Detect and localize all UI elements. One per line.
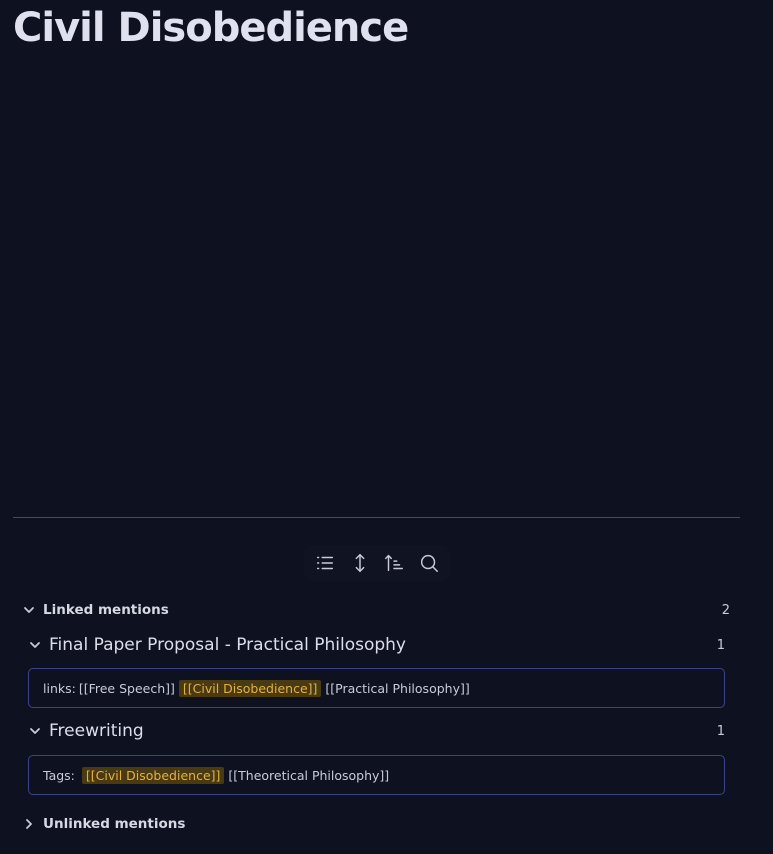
sort-icon bbox=[385, 554, 404, 572]
snippet-link: [[Theoretical Philosophy]] bbox=[228, 767, 390, 783]
mention-snippet[interactable]: links: [[Free Speech]] [[Civil Disobedie… bbox=[28, 668, 725, 708]
chevron-down-icon bbox=[22, 603, 36, 617]
change-sort-order-button[interactable] bbox=[380, 549, 408, 577]
chevron-down-icon bbox=[28, 724, 42, 738]
mention-file-header[interactable]: Final Paper Proposal - Practical Philoso… bbox=[28, 633, 725, 657]
list-icon bbox=[317, 556, 334, 570]
linked-mentions-count: 2 bbox=[721, 602, 730, 618]
mention-file-header[interactable]: Freewriting 1 bbox=[28, 719, 725, 743]
expand-vertical-icon bbox=[355, 554, 365, 572]
chevron-down-icon bbox=[28, 638, 42, 652]
backlinks-toolbar bbox=[304, 545, 450, 581]
collapse-results-button[interactable] bbox=[311, 549, 339, 577]
show-more-context-button[interactable] bbox=[346, 549, 374, 577]
unlinked-mentions-header[interactable]: Unlinked mentions bbox=[22, 813, 730, 835]
mention-file-count: 1 bbox=[716, 723, 725, 739]
chevron-right-icon bbox=[22, 817, 36, 831]
mention-file-title: Freewriting bbox=[49, 721, 144, 741]
note-view: Civil Disobedience Linked mentions 2 Fin… bbox=[0, 0, 773, 854]
search-button[interactable] bbox=[415, 549, 443, 577]
unlinked-mentions-label: Unlinked mentions bbox=[43, 816, 186, 832]
snippet-link: [[Practical Philosophy]] bbox=[325, 680, 470, 696]
snippet-match-highlight: [[Civil Disobedience]] bbox=[81, 766, 225, 784]
search-icon bbox=[420, 554, 438, 572]
linked-mentions-header[interactable]: Linked mentions 2 bbox=[22, 599, 730, 621]
mention-snippet[interactable]: Tags: [[Civil Disobedience]] [[Theoretic… bbox=[28, 755, 725, 795]
mention-file-count: 1 bbox=[716, 637, 725, 653]
snippet-match-highlight: [[Civil Disobedience]] bbox=[178, 679, 322, 697]
linked-mentions-label: Linked mentions bbox=[43, 602, 169, 618]
snippet-link: [[Free Speech]] bbox=[78, 680, 175, 696]
mention-file-title: Final Paper Proposal - Practical Philoso… bbox=[49, 635, 406, 655]
snippet-prefix: Tags: bbox=[43, 767, 75, 783]
note-title[interactable]: Civil Disobedience bbox=[13, 5, 409, 51]
backlinks-divider bbox=[13, 517, 740, 518]
snippet-prefix: links: bbox=[43, 680, 76, 696]
